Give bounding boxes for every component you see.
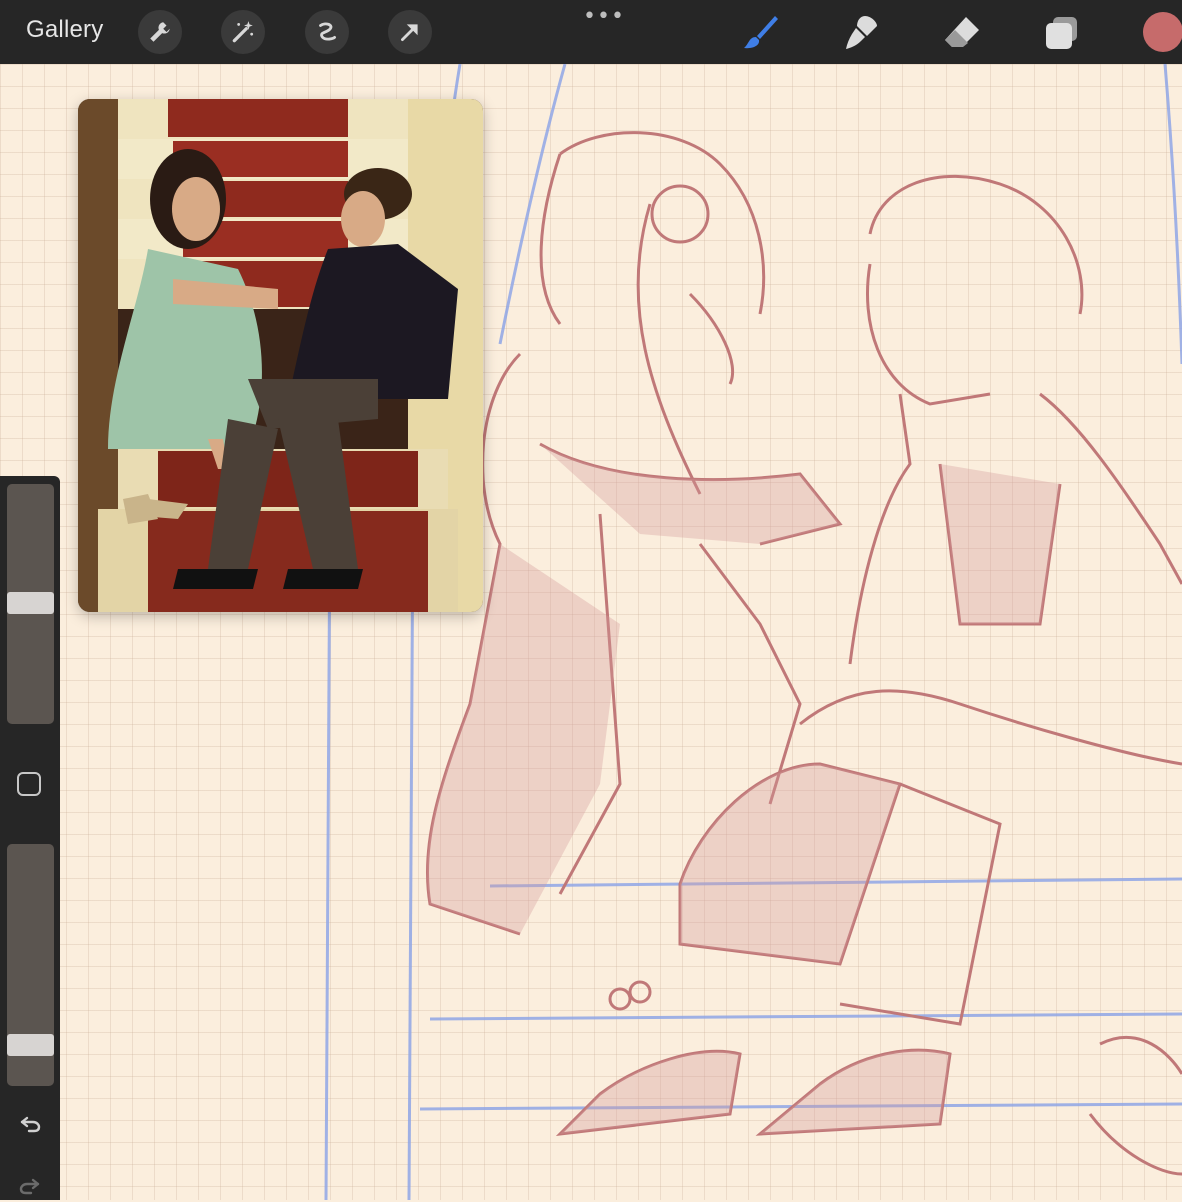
top-toolbar: Gallery ••• <box>0 0 1182 64</box>
selection-icon <box>319 22 336 41</box>
magic-wand-icon <box>232 21 254 43</box>
reference-image-window[interactable] <box>78 99 483 612</box>
undo-button[interactable] <box>14 1108 46 1140</box>
selection-button[interactable] <box>305 10 349 54</box>
transform-arrow-icon <box>401 24 418 41</box>
eraser-tool-button[interactable] <box>942 12 982 52</box>
brush-size-slider[interactable] <box>7 484 54 724</box>
wrench-icon <box>150 22 170 42</box>
opacity-handle[interactable] <box>7 1034 54 1056</box>
eraser-icon <box>945 17 979 47</box>
smudge-icon <box>846 16 877 49</box>
actions-button[interactable] <box>138 10 182 54</box>
modify-button[interactable] <box>17 772 41 796</box>
left-sidebar <box>0 476 60 1200</box>
brush-size-handle[interactable] <box>7 592 54 614</box>
layers-button[interactable] <box>1042 12 1082 52</box>
opacity-slider[interactable] <box>7 844 54 1086</box>
transform-button[interactable] <box>388 10 432 54</box>
layers-icon <box>1046 17 1077 49</box>
undo-icon <box>20 1116 41 1133</box>
brush-icon <box>744 16 778 49</box>
smudge-tool-button[interactable] <box>841 12 881 52</box>
adjustments-button[interactable] <box>221 10 265 54</box>
redo-button[interactable] <box>14 1170 46 1202</box>
reference-photo <box>78 99 483 612</box>
more-options-button[interactable]: ••• <box>583 4 625 29</box>
gallery-button[interactable]: Gallery <box>26 16 103 44</box>
color-picker-button[interactable] <box>1143 12 1182 52</box>
redo-icon <box>19 1178 40 1195</box>
brush-tool-button[interactable] <box>741 12 781 52</box>
